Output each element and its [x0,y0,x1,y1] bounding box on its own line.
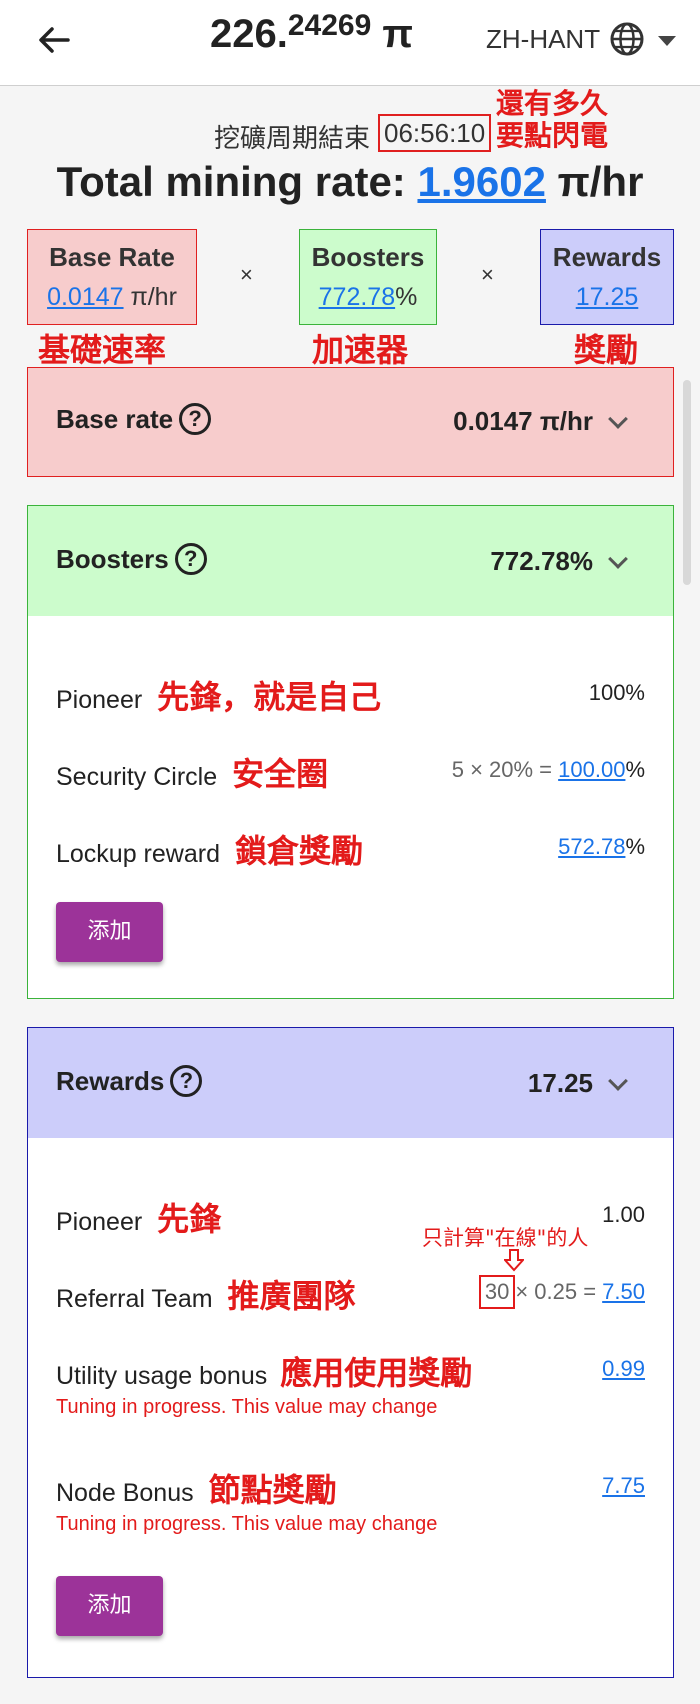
utility-usage-value[interactable]: 0.99 [602,1356,645,1381]
help-icon[interactable]: ? [179,403,212,436]
summary-boosters[interactable]: Boosters 772.78% [299,229,437,325]
language-label[interactable]: ZH-HANT [486,24,600,55]
node-tuning-warning: Tuning in progress. This value may chang… [56,1513,438,1535]
security-circle-value[interactable]: 100.00 [558,757,625,782]
security-circle-annotation: 安全圈 [232,755,329,793]
scrollbar[interactable] [683,380,691,585]
referral-team-value[interactable]: 7.50 [602,1279,645,1304]
cycle-annotation-line2: 要點閃電 [496,119,609,152]
cycle-annotation-line1: 還有多久 [496,87,609,120]
mining-cycle-timer: 06:56:10 [378,114,492,152]
back-arrow-icon[interactable] [34,20,74,60]
summary-rewards[interactable]: Rewards 17.25 [540,229,674,325]
boosters-card: Boosters? 772.78% Pioneer 先鋒，就是自己 100% S… [27,505,674,999]
lockup-value[interactable]: 572.78 [558,834,625,859]
base-rate-value: 0.0147 π/hr [453,406,593,436]
app-header: 226.24269 π ZH-HANT [0,0,700,86]
utility-usage-annotation: 應用使用獎勵 [280,1354,473,1392]
booster-row-pioneer: Pioneer 先鋒，就是自己 100% [56,678,645,716]
node-bonus-annotation: 節點獎勵 [208,1471,337,1509]
rewards-value: 17.25 [527,1068,593,1098]
reward-row-referral-team: Referral Team 推廣團隊 30 × 0.25 = 7.50 [56,1275,645,1315]
down-arrow-icon [502,1248,526,1272]
base-rate-card[interactable]: Base rate? 0.0147 π/hr [27,367,674,477]
base-rate-title: Base rate? [56,403,212,437]
booster-pioneer-value: 100% [588,680,645,705]
summary-base-rate-value[interactable]: 0.0147 [47,283,123,311]
boosters-value: 772.78% [490,546,593,576]
utility-tuning-warning: Tuning in progress. This value may chang… [56,1396,438,1418]
chevron-down-icon[interactable] [608,1071,628,1091]
node-bonus-value[interactable]: 7.75 [602,1473,645,1498]
help-icon[interactable]: ? [174,543,207,576]
chevron-down-icon[interactable] [608,409,628,429]
reward-row-utility-usage: Utility usage bonus 應用使用獎勵 0.99 [56,1354,645,1392]
rewards-add-button[interactable]: 添加 [56,1576,163,1636]
boosters-annotation: 加速器 [312,331,409,369]
lockup-annotation: 鎖倉獎勵 [234,832,363,870]
rewards-card: Rewards? 17.25 Pioneer 先鋒 1.00 只計算"在線"的人… [27,1027,674,1678]
reward-row-node-bonus: Node Bonus 節點獎勵 7.75 [56,1471,645,1509]
referral-online-count: 30 [478,1275,516,1309]
referral-team-annotation: 推廣團隊 [227,1277,356,1315]
boosters-card-header[interactable]: Boosters? 772.78% [28,506,673,616]
chevron-down-icon[interactable] [608,549,628,569]
rewards-annotation: 獎勵 [574,331,639,369]
summary-rewards-value[interactable]: 17.25 [576,283,639,311]
base-rate-annotation: 基礎速率 [38,331,167,369]
boosters-add-button[interactable]: 添加 [56,902,163,962]
cycle-annotation: 還有多久 要點閃電 [496,88,608,152]
booster-pioneer-annotation: 先鋒，就是自己 [157,678,382,716]
rewards-title: Rewards? [56,1065,203,1099]
booster-row-lockup: Lockup reward 鎖倉獎勵 572.78% [56,832,645,870]
multiply-sign: × [240,262,253,287]
booster-row-security-circle: Security Circle 安全圈 5 × 20% = 100.00% [56,755,645,793]
reward-pioneer-annotation: 先鋒 [157,1200,222,1238]
summary-boosters-value[interactable]: 772.78 [319,283,395,311]
language-dropdown-icon[interactable] [658,36,676,46]
total-mining-rate: Total mining rate: 1.9602 π/hr [56,158,644,205]
mining-cycle-label: 挖礦周期結束 [214,123,371,153]
multiply-sign: × [481,262,494,287]
reward-pioneer-value: 1.00 [602,1202,645,1227]
globe-icon[interactable] [608,20,646,58]
boosters-title: Boosters? [56,543,207,577]
rewards-card-header[interactable]: Rewards? 17.25 [28,1028,673,1138]
pi-balance: 226.24269 π [210,9,414,56]
total-rate-value[interactable]: 1.9602 [417,158,545,205]
summary-base-rate[interactable]: Base Rate 0.0147 π/hr [27,229,197,325]
help-icon[interactable]: ? [170,1065,203,1098]
